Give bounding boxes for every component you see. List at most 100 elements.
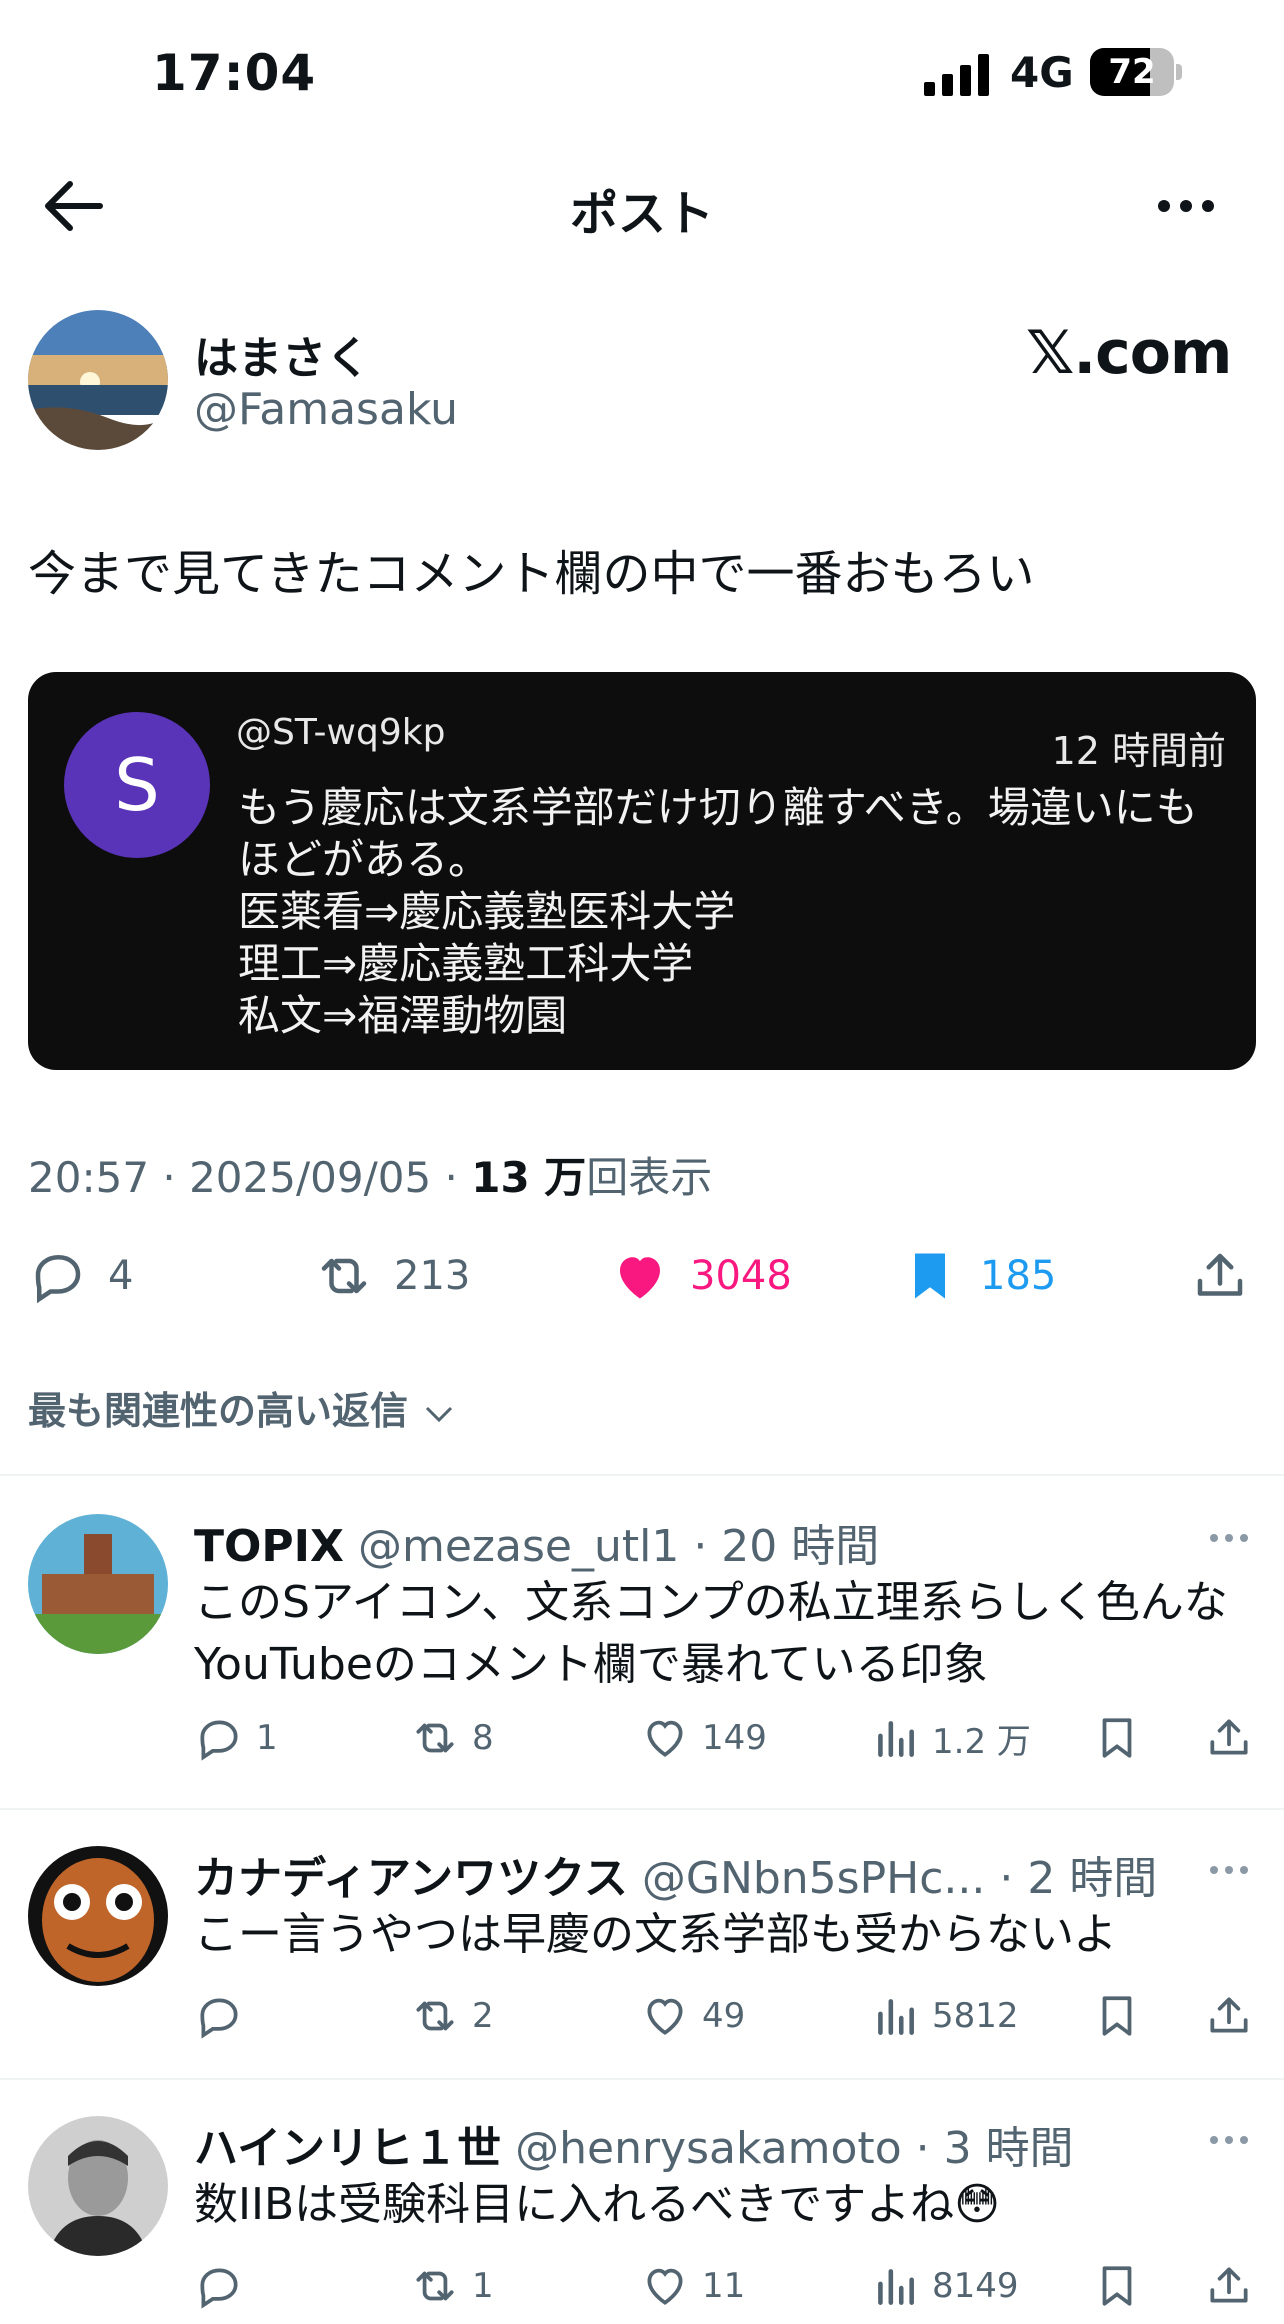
reply-author-handle[interactable]: @henrysakamoto bbox=[515, 2123, 901, 2174]
reply-header: ハインリヒ１世 @henrysakamoto · 3 時間 bbox=[194, 2112, 1074, 2176]
reply-bookmark-button[interactable] bbox=[1092, 2258, 1154, 2314]
share-icon bbox=[1197, 1253, 1243, 1296]
view-count: 1.2 万 bbox=[932, 1721, 1031, 1762]
reply-author-name[interactable]: TOPIX bbox=[194, 1521, 344, 1572]
signal-icon bbox=[924, 54, 989, 96]
bar-chart-icon bbox=[878, 1721, 914, 1757]
bar-chart-icon bbox=[878, 2269, 914, 2305]
author-handle[interactable]: @Famasaku bbox=[194, 384, 458, 435]
like-count: 11 bbox=[702, 2266, 746, 2306]
reply-views-button[interactable]: 1.2 万 bbox=[870, 1710, 1031, 1766]
reply-avatar[interactable] bbox=[28, 2116, 168, 2256]
retweet-count: 8 bbox=[472, 1718, 494, 1758]
reply-bookmark-button[interactable] bbox=[1092, 1988, 1154, 2044]
reply-share-button[interactable] bbox=[1204, 2258, 1266, 2314]
reply-views-button[interactable]: 5812 bbox=[870, 1988, 1019, 2044]
reply-header: TOPIX @mezase_utl1 · 20 時間 bbox=[194, 1510, 879, 1574]
reply-avatar[interactable] bbox=[28, 1514, 168, 1654]
reply-actions: 2 49 5812 bbox=[194, 1988, 1264, 2044]
share-icon bbox=[1210, 2267, 1248, 2303]
reply-reply-button[interactable] bbox=[194, 2258, 256, 2314]
reply-bookmark-button[interactable] bbox=[1092, 1710, 1154, 1766]
heart-icon bbox=[647, 1998, 683, 2035]
reply-text: 数IIBは受験科目に入れるべきですよね😳 bbox=[194, 2179, 1001, 2230]
reply-avatar[interactable] bbox=[28, 1846, 168, 1986]
bookmark-filled-icon bbox=[915, 1253, 945, 1299]
reply-time: · 3 時間 bbox=[915, 2123, 1074, 2174]
bookmark-icon bbox=[1102, 1718, 1132, 1758]
retweet-button[interactable]: 213 bbox=[314, 1244, 470, 1308]
reply-author-name[interactable]: ハインリヒ１世 bbox=[194, 2123, 501, 2174]
battery-icon: 72 bbox=[1090, 48, 1182, 98]
retweet-icon bbox=[416, 1723, 454, 1753]
view-label: 回表示 bbox=[586, 1153, 713, 1202]
reply-like-button[interactable]: 149 bbox=[640, 1710, 767, 1766]
reply-author-name[interactable]: カナディアンワツクス bbox=[194, 1853, 628, 1904]
like-count: 49 bbox=[702, 1996, 746, 2036]
heart-icon bbox=[647, 2268, 683, 2305]
status-time: 17:04 bbox=[152, 44, 317, 102]
commenter-avatar: S bbox=[64, 712, 210, 858]
author-name[interactable]: はまさく bbox=[194, 322, 370, 386]
view-count: 8149 bbox=[932, 2266, 1019, 2306]
reply-text: このSアイコン、文系コンプの私立理系らしく色んなYouTubeのコメント欄で暴れ… bbox=[194, 1577, 1228, 1690]
view-count[interactable]: 13 万 bbox=[471, 1153, 586, 1202]
battery-percent: 72 bbox=[1108, 52, 1156, 92]
reply-more-icon[interactable] bbox=[1208, 1532, 1250, 1544]
reply-reply-button[interactable]: 1 bbox=[194, 1710, 278, 1766]
reply-icon bbox=[35, 1254, 81, 1304]
retweet-icon bbox=[416, 2271, 454, 2301]
bookmark-icon bbox=[1102, 2266, 1132, 2306]
reply-icon bbox=[200, 2268, 238, 2309]
share-button[interactable] bbox=[1190, 1244, 1270, 1308]
retweet-count: 213 bbox=[394, 1253, 471, 1299]
like-button[interactable]: 3048 bbox=[610, 1244, 792, 1308]
x-brand-logo: 𝕏.com bbox=[1026, 318, 1232, 388]
reply-button[interactable]: 4 bbox=[28, 1244, 133, 1308]
author-avatar[interactable] bbox=[28, 310, 168, 450]
like-count: 149 bbox=[702, 1718, 767, 1758]
reply-count: 4 bbox=[108, 1253, 134, 1299]
reply-more-icon[interactable] bbox=[1208, 2134, 1250, 2146]
reply-actions: 1 8 149 1.2 万 bbox=[194, 1710, 1264, 1766]
reply-views-button[interactable]: 8149 bbox=[870, 2258, 1019, 2314]
reply-author-handle[interactable]: @mezase_utl1 bbox=[358, 1521, 679, 1572]
reply-sort-dropdown[interactable]: 最も関連性の高い返信 bbox=[28, 1380, 457, 1435]
reply-time: · 20 時間 bbox=[693, 1521, 880, 1572]
share-icon bbox=[1210, 1719, 1248, 1755]
reply-author-handle[interactable]: @GNbn5sPHc... bbox=[642, 1853, 986, 1904]
reply-retweet-button[interactable]: 2 bbox=[410, 1988, 494, 2044]
reply-retweet-button[interactable]: 8 bbox=[410, 1710, 494, 1766]
more-options-icon[interactable] bbox=[1156, 186, 1216, 226]
reply-share-button[interactable] bbox=[1204, 1988, 1266, 2044]
comment-time: 12 時間前 bbox=[1051, 729, 1226, 773]
reply-reply-button[interactable] bbox=[194, 1988, 256, 2044]
sort-label: 最も関連性の高い返信 bbox=[28, 1389, 409, 1433]
reply-retweet-button[interactable]: 1 bbox=[410, 2258, 494, 2314]
like-count: 3048 bbox=[690, 1253, 792, 1299]
page-title: ポスト bbox=[569, 186, 714, 242]
post-timestamp: 20:57 · 2025/09/05 · bbox=[28, 1153, 472, 1202]
reply-actions: 1 11 8149 bbox=[194, 2258, 1264, 2314]
view-count: 5812 bbox=[932, 1996, 1019, 2036]
reply-count: 1 bbox=[256, 1718, 278, 1758]
bookmark-button[interactable]: 185 bbox=[900, 1244, 1056, 1308]
retweet-count: 2 bbox=[472, 1996, 494, 2036]
heart-filled-icon bbox=[620, 1257, 660, 1299]
bar-chart-icon bbox=[878, 1999, 914, 2035]
commenter-handle: @ST-wq9kp bbox=[236, 712, 446, 753]
retweet-count: 1 bbox=[472, 2266, 494, 2306]
reply-more-icon[interactable] bbox=[1208, 1864, 1250, 1876]
reply-like-button[interactable]: 11 bbox=[640, 2258, 745, 2314]
divider bbox=[0, 1474, 1284, 1476]
reply-like-button[interactable]: 49 bbox=[640, 1988, 745, 2044]
embedded-comment-image[interactable]: S @ST-wq9kp 12 時間前 もう慶応は文系学部だけ切り離すべき。場違い… bbox=[28, 672, 1256, 1070]
bookmark-count: 185 bbox=[980, 1253, 1057, 1299]
reply-header: カナディアンワツクス @GNbn5sPHc... · 2 時間 bbox=[194, 1842, 1157, 1906]
reply-share-button[interactable] bbox=[1204, 1710, 1266, 1766]
reply-text: こー言うやつは早慶の文系学部も受からないよ bbox=[194, 1909, 1118, 1960]
retweet-icon bbox=[321, 1258, 367, 1294]
reply-icon bbox=[200, 1720, 238, 1761]
bookmark-icon bbox=[1102, 1996, 1132, 2036]
divider bbox=[0, 2078, 1284, 2080]
